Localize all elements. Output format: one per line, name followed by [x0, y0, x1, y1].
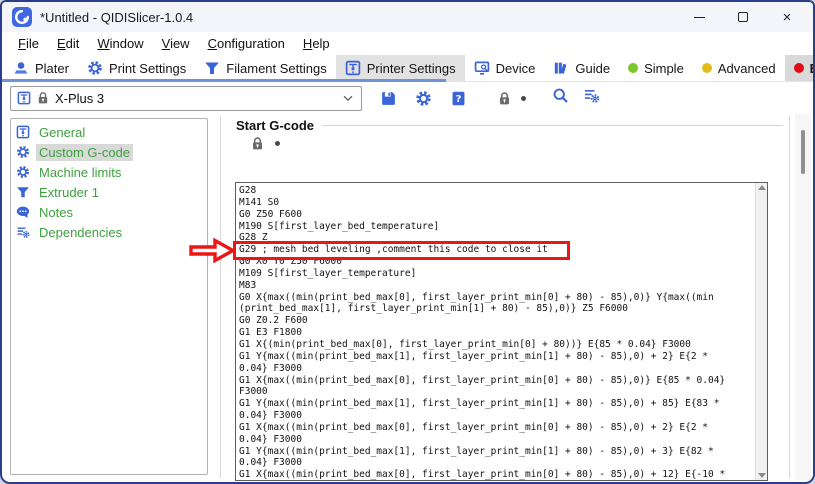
window-title: *Untitled - QIDISlicer-1.0.4: [40, 10, 193, 25]
filament-icon: [16, 185, 30, 199]
sidebar-item-dependencies[interactable]: Dependencies: [11, 222, 207, 242]
expert-mode-dot-icon: [794, 63, 804, 73]
minimize-icon: [694, 17, 705, 18]
menu-help[interactable]: Help: [295, 34, 338, 53]
selected-tab-underline: [2, 79, 446, 82]
mode-advanced[interactable]: Advanced: [693, 55, 785, 81]
mode-simple-label: Simple: [644, 61, 684, 76]
maximize-icon: [738, 12, 748, 22]
compare-settings-icon: [583, 87, 600, 104]
section-divider: [322, 125, 783, 126]
compare-settings-button[interactable]: [583, 87, 600, 109]
plater-icon: [13, 60, 29, 76]
printer-icon: [16, 125, 30, 139]
gear-icon: [16, 145, 30, 159]
sidebar-item-custom-gcode[interactable]: Custom G-code: [11, 142, 207, 162]
sidebar-item-extruder-1[interactable]: Extruder 1: [11, 182, 207, 202]
gcode-textarea[interactable]: [236, 183, 754, 480]
tab-guide-label: Guide: [575, 61, 610, 76]
tab-guide[interactable]: Guide: [544, 55, 619, 81]
sidebar-item-notes[interactable]: Notes: [11, 202, 207, 222]
modified-dot-icon: [521, 96, 526, 101]
preset-toolbar: X-Plus 3: [2, 82, 813, 114]
menu-file[interactable]: File: [10, 34, 47, 53]
printer-preset-combo[interactable]: X-Plus 3: [10, 86, 362, 111]
mode-simple[interactable]: Simple: [619, 55, 693, 81]
sidebar-item-general[interactable]: General: [11, 122, 207, 142]
simple-mode-dot-icon: [628, 63, 638, 73]
help-book-icon: [450, 90, 467, 107]
gcode-scrollbar[interactable]: [755, 183, 767, 480]
app-window: *Untitled - QIDISlicer-1.0.4 × File Edit…: [0, 0, 815, 484]
settings-content: General Custom G-code Machine limits Ext…: [2, 114, 813, 482]
panel-divider: [220, 116, 221, 478]
guide-icon: [553, 60, 569, 76]
save-floppy-icon: [380, 90, 397, 107]
save-preset-button[interactable]: [380, 90, 397, 107]
tab-bar: Plater Print Settings Filament Settings …: [2, 55, 813, 82]
gear-icon: [87, 60, 103, 76]
mode-expert-label: Expert: [810, 61, 815, 76]
lock-toggle-icon[interactable]: [497, 91, 512, 106]
menu-window[interactable]: Window: [89, 34, 151, 53]
sidebar-item-machine-limits[interactable]: Machine limits: [11, 162, 207, 182]
gear-icon: [16, 165, 30, 179]
filament-icon: [204, 60, 220, 76]
tab-plater-label: Plater: [35, 61, 69, 76]
scroll-up-icon[interactable]: [758, 185, 766, 190]
tab-printer-settings-label: Printer Settings: [367, 61, 456, 76]
menu-edit[interactable]: Edit: [49, 34, 87, 53]
mode-expert[interactable]: Expert: [785, 55, 815, 81]
modified-dot-icon: [275, 141, 280, 146]
menu-view[interactable]: View: [154, 34, 198, 53]
printer-icon: [17, 91, 31, 105]
preset-settings-button[interactable]: [415, 90, 432, 107]
gear-icon: [415, 90, 432, 107]
title-bar: *Untitled - QIDISlicer-1.0.4 ×: [2, 2, 813, 32]
lock-icon: [36, 91, 50, 105]
maximize-button[interactable]: [721, 2, 765, 32]
page-scrollbar-thumb[interactable]: [801, 130, 805, 174]
lock-toggle-icon[interactable]: [250, 136, 265, 151]
tab-printer-settings[interactable]: Printer Settings: [336, 55, 465, 81]
menu-bar: File Edit Window View Configuration Help: [2, 32, 813, 55]
dependencies-icon: [16, 225, 30, 239]
panel-right-border: [789, 116, 790, 478]
app-logo-icon: [12, 7, 32, 27]
sidebar-item-label: Dependencies: [36, 224, 125, 241]
tab-device-label: Device: [496, 61, 536, 76]
notes-bubble-icon: [16, 205, 30, 219]
section-title: Start G-code: [236, 118, 314, 133]
close-button[interactable]: ×: [765, 2, 809, 32]
mode-advanced-label: Advanced: [718, 61, 776, 76]
tab-filament-settings[interactable]: Filament Settings: [195, 55, 335, 81]
search-icon: [552, 87, 569, 104]
sidebar-item-label: Custom G-code: [36, 144, 133, 161]
sidebar-item-label: General: [36, 124, 88, 141]
chevron-down-icon: [341, 91, 355, 105]
tab-device[interactable]: Device: [465, 55, 545, 81]
printer-icon: [345, 60, 361, 76]
preset-combo-value: X-Plus 3: [55, 91, 336, 106]
minimize-button[interactable]: [677, 2, 721, 32]
device-icon: [474, 60, 490, 76]
sidebar-item-label: Extruder 1: [36, 184, 102, 201]
scroll-down-icon[interactable]: [758, 473, 766, 478]
sidebar-item-label: Notes: [36, 204, 76, 221]
tab-print-settings[interactable]: Print Settings: [78, 55, 195, 81]
settings-sidebar: General Custom G-code Machine limits Ext…: [10, 118, 208, 475]
menu-configuration[interactable]: Configuration: [200, 34, 293, 53]
search-button[interactable]: [552, 87, 569, 109]
tab-print-settings-label: Print Settings: [109, 61, 186, 76]
tab-plater[interactable]: Plater: [4, 55, 78, 81]
tab-filament-settings-label: Filament Settings: [226, 61, 326, 76]
close-icon: ×: [783, 10, 792, 25]
advanced-mode-dot-icon: [702, 63, 712, 73]
help-button[interactable]: [450, 90, 467, 107]
page-scrollbar[interactable]: [795, 114, 811, 480]
sidebar-item-label: Machine limits: [36, 164, 124, 181]
gcode-editor: [235, 182, 768, 481]
